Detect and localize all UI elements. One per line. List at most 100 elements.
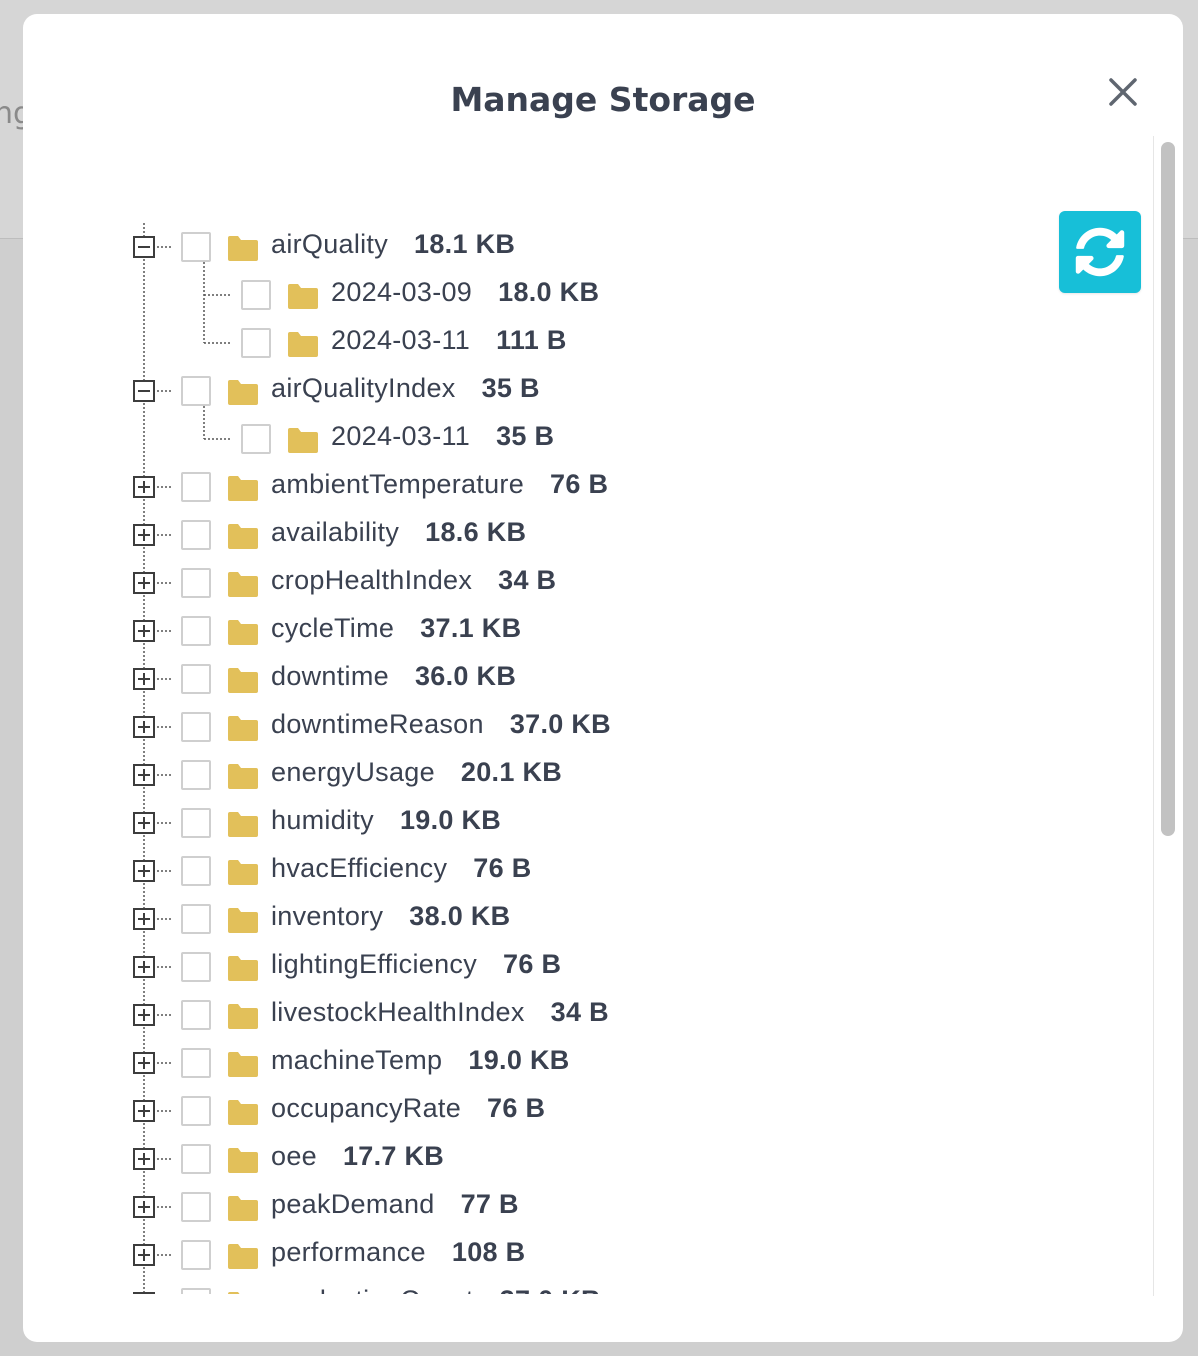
tree-node[interactable]: humidity 19.0 KB — [23, 803, 923, 843]
expand-toggle[interactable] — [133, 668, 155, 690]
node-label[interactable]: cropHealthIndex 34 B — [271, 565, 556, 596]
tree-node[interactable]: cropHealthIndex 34 B — [23, 563, 923, 603]
node-label[interactable]: airQuality 18.1 KB — [271, 229, 515, 260]
expand-toggle[interactable] — [133, 1292, 155, 1294]
tree-child-node[interactable]: 2024-03-09 18.0 KB — [23, 275, 923, 315]
tree-node[interactable]: airQuality 18.1 KB — [23, 227, 923, 267]
node-label[interactable]: oee 17.7 KB — [271, 1141, 444, 1172]
expand-toggle[interactable] — [133, 1052, 155, 1074]
expand-toggle[interactable] — [133, 908, 155, 930]
node-label[interactable]: peakDemand 77 B — [271, 1189, 519, 1220]
tree-node[interactable]: airQualityIndex 35 B — [23, 371, 923, 411]
expand-toggle[interactable] — [133, 812, 155, 834]
node-label[interactable]: ambientTemperature 76 B — [271, 469, 608, 500]
expand-toggle[interactable] — [133, 572, 155, 594]
node-checkbox[interactable] — [181, 664, 211, 694]
tree-node[interactable]: cycleTime 37.1 KB — [23, 611, 923, 651]
node-checkbox[interactable] — [181, 1048, 211, 1078]
expand-toggle[interactable] — [133, 716, 155, 738]
node-checkbox[interactable] — [181, 1192, 211, 1222]
node-label[interactable]: hvacEfficiency 76 B — [271, 853, 532, 884]
node-checkbox[interactable] — [241, 280, 271, 310]
folder-icon — [228, 1004, 258, 1029]
collapse-toggle[interactable] — [133, 380, 155, 402]
tree-node[interactable]: downtime 36.0 KB — [23, 659, 923, 699]
node-checkbox[interactable] — [181, 1096, 211, 1126]
node-name: availability — [271, 517, 400, 547]
node-label[interactable]: performance 108 B — [271, 1237, 525, 1268]
expand-toggle[interactable] — [133, 1244, 155, 1266]
tree-node[interactable]: availability 18.6 KB — [23, 515, 923, 555]
tree-node[interactable]: lightingEfficiency 76 B — [23, 947, 923, 987]
node-label[interactable]: downtime 36.0 KB — [271, 661, 516, 692]
refresh-button[interactable] — [1059, 211, 1141, 293]
node-checkbox[interactable] — [181, 520, 211, 550]
expand-toggle[interactable] — [133, 524, 155, 546]
node-checkbox[interactable] — [181, 376, 211, 406]
node-checkbox[interactable] — [181, 1240, 211, 1270]
tree-node[interactable]: livestockHealthIndex 34 B — [23, 995, 923, 1035]
node-label[interactable]: downtimeReason 37.0 KB — [271, 709, 611, 740]
expand-toggle[interactable] — [133, 956, 155, 978]
node-checkbox[interactable] — [181, 232, 211, 262]
node-checkbox[interactable] — [181, 856, 211, 886]
node-checkbox[interactable] — [181, 904, 211, 934]
node-checkbox[interactable] — [181, 952, 211, 982]
expand-toggle[interactable] — [133, 1196, 155, 1218]
node-label[interactable]: inventory 38.0 KB — [271, 901, 510, 932]
expand-toggle[interactable] — [133, 620, 155, 642]
node-checkbox[interactable] — [181, 712, 211, 742]
tree-node[interactable]: inventory 38.0 KB — [23, 899, 923, 939]
folder-icon — [228, 716, 258, 741]
node-label[interactable]: 2024-03-09 18.0 KB — [331, 277, 599, 308]
node-checkbox[interactable] — [181, 760, 211, 790]
tree-node[interactable]: oee 17.7 KB — [23, 1139, 923, 1179]
tree-node[interactable]: hvacEfficiency 76 B — [23, 851, 923, 891]
expand-toggle[interactable] — [133, 1100, 155, 1122]
node-label[interactable]: occupancyRate 76 B — [271, 1093, 545, 1124]
expand-toggle[interactable] — [133, 1148, 155, 1170]
tree-node[interactable]: productionCount 37.0 KB — [23, 1283, 923, 1294]
node-checkbox[interactable] — [181, 472, 211, 502]
node-label[interactable]: 2024-03-11 111 B — [331, 325, 567, 356]
node-label[interactable]: 2024-03-11 35 B — [331, 421, 554, 452]
node-label[interactable]: productionCount 37.0 KB — [271, 1285, 601, 1294]
tree-node[interactable]: performance 108 B — [23, 1235, 923, 1275]
node-label[interactable]: availability 18.6 KB — [271, 517, 526, 548]
node-name: performance — [271, 1237, 426, 1267]
node-label[interactable]: livestockHealthIndex 34 B — [271, 997, 609, 1028]
tree-node[interactable]: peakDemand 77 B — [23, 1187, 923, 1227]
tree-node[interactable]: occupancyRate 76 B — [23, 1091, 923, 1131]
node-checkbox[interactable] — [181, 808, 211, 838]
node-label[interactable]: airQualityIndex 35 B — [271, 373, 540, 404]
node-checkbox[interactable] — [241, 424, 271, 454]
node-name: downtimeReason — [271, 709, 484, 739]
tree-child-node[interactable]: 2024-03-11 35 B — [23, 419, 923, 459]
folder-icon — [288, 332, 318, 357]
node-label[interactable]: humidity 19.0 KB — [271, 805, 501, 836]
node-checkbox[interactable] — [181, 1000, 211, 1030]
scrollbar-thumb[interactable] — [1161, 142, 1175, 836]
tree-node[interactable]: downtimeReason 37.0 KB — [23, 707, 923, 747]
node-checkbox[interactable] — [181, 616, 211, 646]
node-name: energyUsage — [271, 757, 435, 787]
node-label[interactable]: lightingEfficiency 76 B — [271, 949, 561, 980]
node-checkbox[interactable] — [181, 568, 211, 598]
tree-node[interactable]: machineTemp 19.0 KB — [23, 1043, 923, 1083]
expand-toggle[interactable] — [133, 476, 155, 498]
node-label[interactable]: energyUsage 20.1 KB — [271, 757, 562, 788]
expand-toggle[interactable] — [133, 764, 155, 786]
node-checkbox[interactable] — [181, 1288, 211, 1294]
node-label[interactable]: cycleTime 37.1 KB — [271, 613, 521, 644]
node-checkbox[interactable] — [181, 1144, 211, 1174]
collapse-toggle[interactable] — [133, 236, 155, 258]
tree-node[interactable]: ambientTemperature 76 B — [23, 467, 923, 507]
node-label[interactable]: machineTemp 19.0 KB — [271, 1045, 570, 1076]
expand-toggle[interactable] — [133, 1004, 155, 1026]
node-checkbox[interactable] — [241, 328, 271, 358]
tree-child-node[interactable]: 2024-03-11 111 B — [23, 323, 923, 363]
node-size: 37.1 KB — [420, 613, 522, 643]
expand-toggle[interactable] — [133, 860, 155, 882]
node-size: 36.0 KB — [414, 661, 517, 691]
tree-node[interactable]: energyUsage 20.1 KB — [23, 755, 923, 795]
